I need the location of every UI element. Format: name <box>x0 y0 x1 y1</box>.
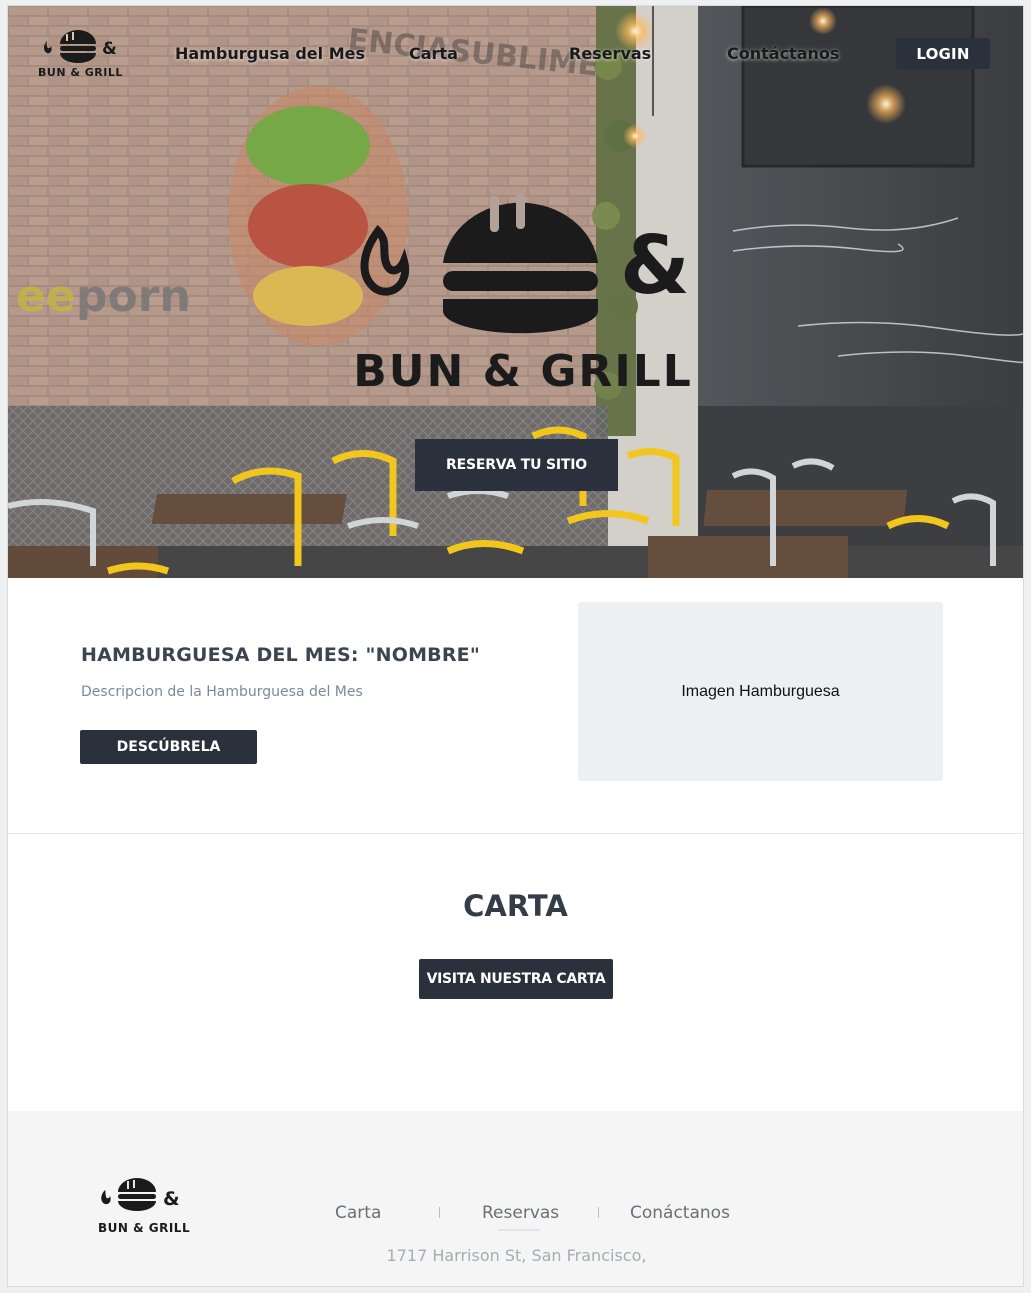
login-button[interactable]: LOGIN <box>896 38 990 69</box>
svg-text:&: & <box>102 39 117 59</box>
footer-logo-text: BUN & GRILL <box>98 1221 191 1235</box>
svg-text:&: & <box>620 219 690 312</box>
footer-address: 1717 Harrison St, San Francisco, <box>386 1246 647 1265</box>
footer-separator <box>439 1207 440 1218</box>
nav-link-contactanos[interactable]: Contáctanos <box>727 44 839 63</box>
menu-section: CARTA VISITA NUESTRA CARTA <box>8 835 1023 1111</box>
footer-separator <box>598 1207 599 1218</box>
top-navigation: & BUN & GRILL Hamburgusa del Mes Carta R… <box>8 6 1023 106</box>
hero-section: ee porn ENCIASUBLIME & BUN & GRILL Hambu… <box>8 6 1023 578</box>
burger-image-placeholder: Imagen Hamburguesa <box>578 602 943 781</box>
footer-active-underline <box>498 1229 540 1231</box>
nav-link-reservas[interactable]: Reservas <box>569 44 651 63</box>
footer-link-carta[interactable]: Carta <box>335 1203 381 1223</box>
burger-of-the-month-description: Descripcion de la Hamburguesa del Mes <box>81 684 363 700</box>
page-frame: ee porn ENCIASUBLIME & BUN & GRILL Hambu… <box>7 5 1024 1287</box>
nav-link-hamburguesa-del-mes[interactable]: Hamburgusa del Mes <box>175 44 365 63</box>
discover-button[interactable]: DESCÚBRELA <box>80 730 257 764</box>
footer: & BUN & GRILL Carta Reservas Conáctanos … <box>8 1111 1023 1286</box>
burger-of-the-month-section: HAMBURGUESA DEL MES: "NOMBRE" Descripcio… <box>8 578 1023 834</box>
hero-logo-text: BUN & GRILL <box>353 346 693 397</box>
svg-text:&: & <box>163 1188 180 1210</box>
visit-menu-button[interactable]: VISITA NUESTRA CARTA <box>419 959 613 999</box>
footer-link-reservas[interactable]: Reservas <box>482 1203 559 1223</box>
burger-image-placeholder-label: Imagen Hamburguesa <box>681 682 840 700</box>
nav-link-carta[interactable]: Carta <box>409 44 458 63</box>
footer-link-contactanos[interactable]: Conáctanos <box>630 1203 730 1223</box>
burger-of-the-month-title: HAMBURGUESA DEL MES: "NOMBRE" <box>81 644 480 666</box>
brand-logo-text: BUN & GRILL <box>38 66 123 79</box>
reserve-button[interactable]: RESERVA TU SITIO <box>415 439 618 491</box>
menu-title: CARTA <box>463 889 568 923</box>
